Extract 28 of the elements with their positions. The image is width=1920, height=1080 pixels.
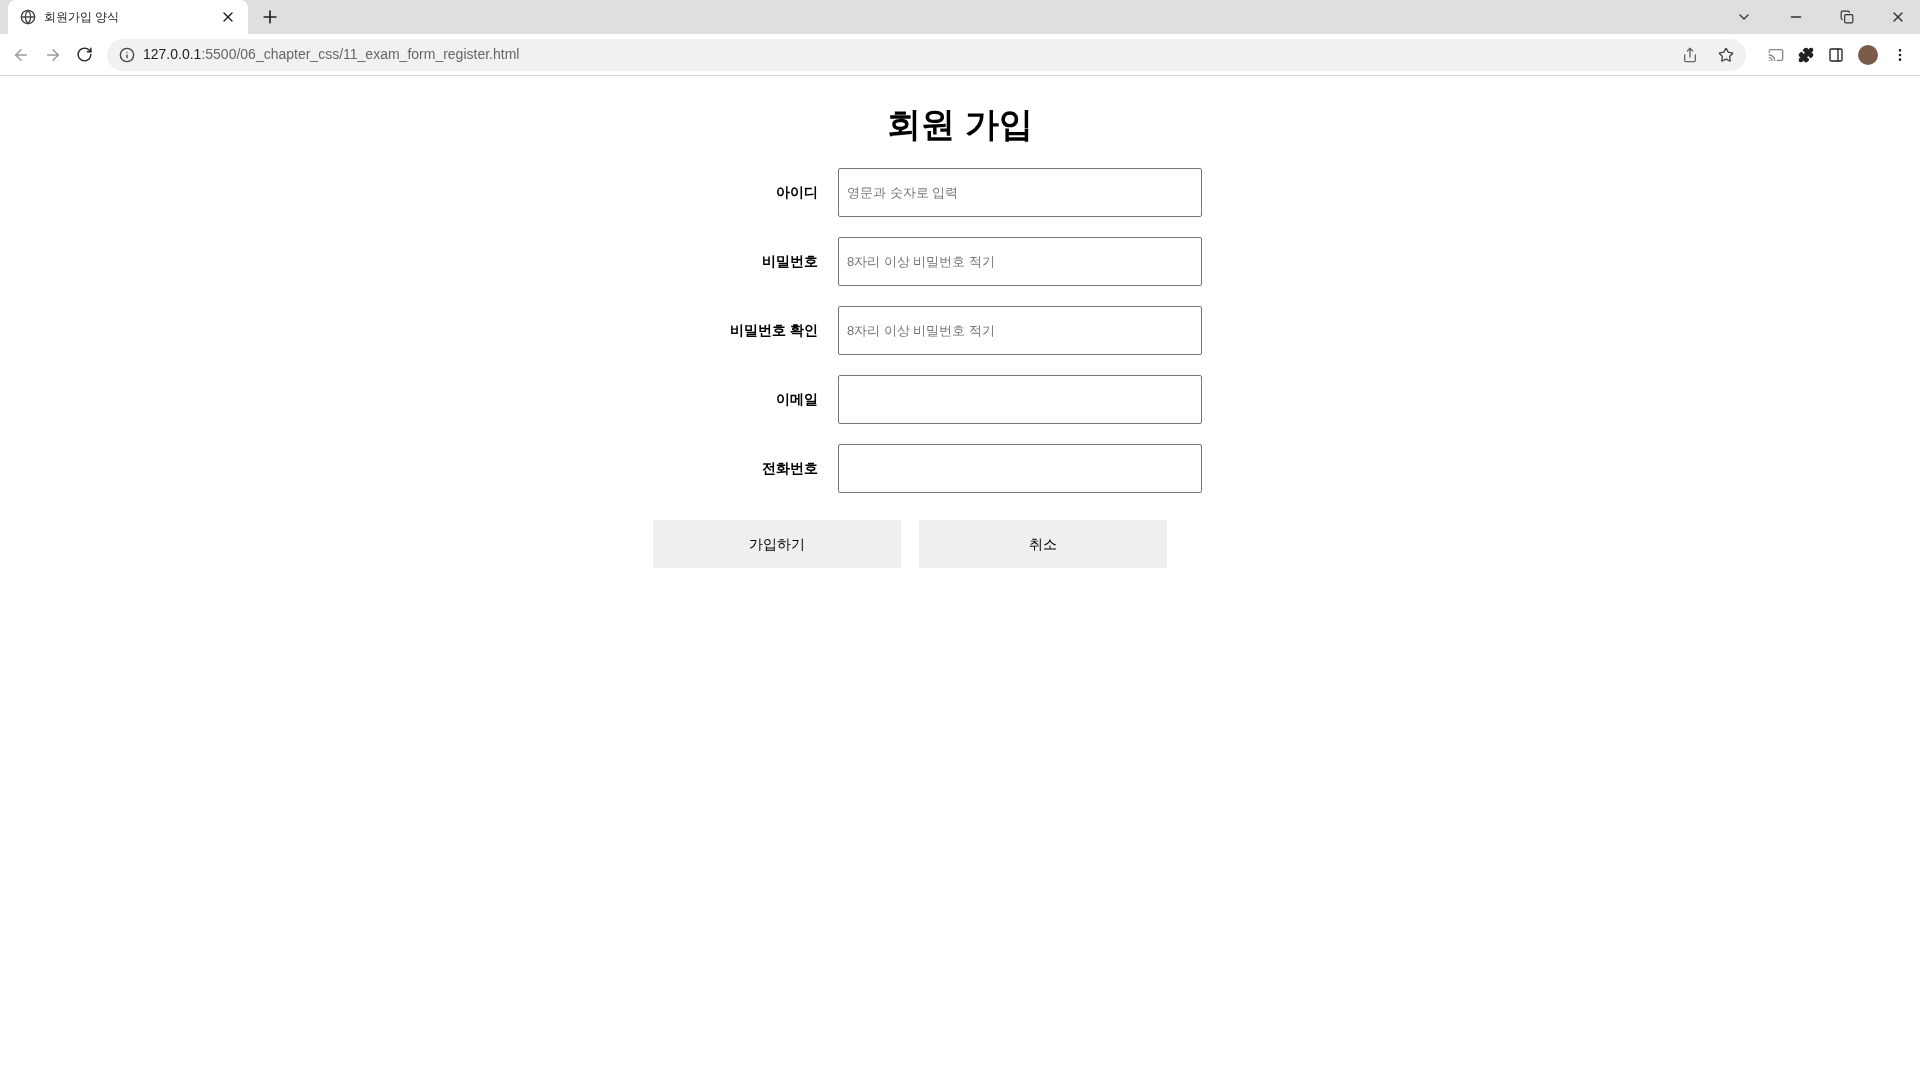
input-field[interactable]: 영문과 숫자로 입력 xyxy=(838,168,1202,217)
extensions-icon[interactable] xyxy=(1798,46,1814,63)
field-label: 전화번호 xyxy=(761,459,818,478)
field-label: 이메일 xyxy=(775,390,818,409)
browser-tab[interactable]: 회원가입 양식 xyxy=(8,0,248,34)
address-bar[interactable]: 127.0.0.1:5500/06_chapter_css/11_exam_form_register.html xyxy=(107,38,1746,71)
bookmark-star-icon[interactable] xyxy=(1718,46,1734,63)
reload-icon[interactable] xyxy=(76,46,93,63)
field-label: 비밀번호 xyxy=(761,252,818,271)
side-panel-icon[interactable] xyxy=(1828,46,1844,63)
page-title: 회원 가입 xyxy=(887,104,1033,145)
input-field[interactable]: 8자리 이상 비밀번호 적기 xyxy=(838,237,1202,286)
input-field[interactable] xyxy=(838,375,1202,424)
input-field[interactable]: 8자리 이상 비밀번호 적기 xyxy=(838,306,1202,355)
form-button[interactable]: 취소 xyxy=(919,520,1167,568)
share-icon[interactable] xyxy=(1682,46,1698,63)
globe-icon xyxy=(20,9,36,25)
cast-icon[interactable] xyxy=(1768,46,1784,63)
restore-icon[interactable] xyxy=(1840,10,1854,24)
form-button[interactable]: 가입하기 xyxy=(653,520,901,568)
input-field[interactable] xyxy=(838,444,1202,493)
tab-title: 회원가입 양식 xyxy=(44,9,121,26)
field-label: 아이디 xyxy=(775,183,818,202)
info-icon[interactable] xyxy=(119,46,135,63)
avatar[interactable] xyxy=(1858,44,1878,65)
field-label: 비밀번호 확인 xyxy=(729,321,818,340)
url-host: 127.0.0.1 xyxy=(143,45,202,64)
url-path: :5500/06_chapter_css/11_exam_form_register.html xyxy=(201,45,520,64)
